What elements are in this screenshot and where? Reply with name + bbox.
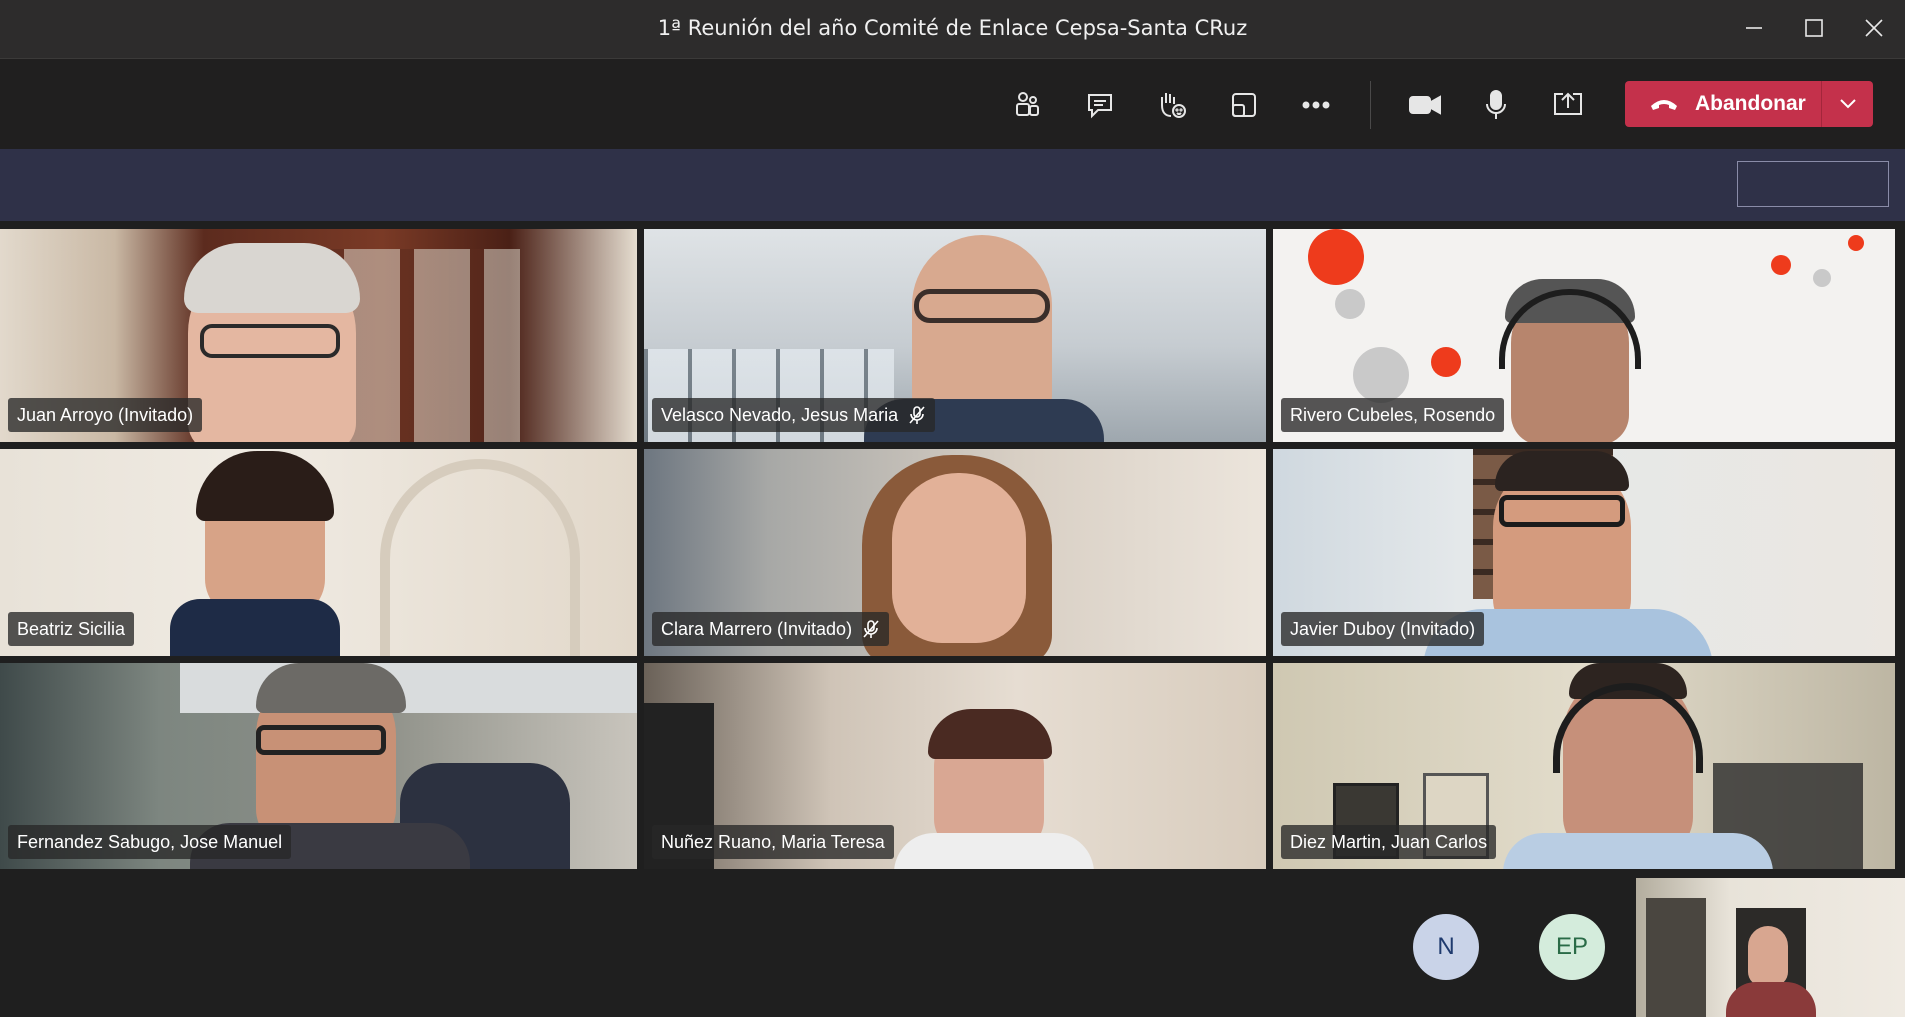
hang-up-icon bbox=[1651, 100, 1677, 110]
participant-name: Juan Arroyo (Invitado) bbox=[17, 404, 194, 425]
participant-name: Beatriz Sicilia bbox=[17, 618, 126, 639]
video-tile[interactable]: Beatriz Sicilia bbox=[0, 449, 637, 656]
breakout-rooms-icon[interactable] bbox=[1222, 83, 1266, 127]
background-dot bbox=[1353, 347, 1409, 403]
background-dot bbox=[1308, 229, 1364, 285]
avatar-initials: EP bbox=[1555, 933, 1588, 960]
participant-name-tag: Velasco Nevado, Jesus Maria bbox=[652, 398, 936, 432]
avatar-initials: N bbox=[1437, 933, 1455, 960]
background-dot bbox=[1335, 289, 1365, 319]
participant-name-tag: Clara Marrero (Invitado) bbox=[652, 612, 890, 646]
participant-hair bbox=[184, 243, 360, 313]
video-tile[interactable]: Nuñez Ruano, Maria Teresa bbox=[644, 663, 1266, 869]
chat-icon[interactable] bbox=[1078, 83, 1122, 127]
video-tile[interactable]: Juan Arroyo (Invitado) bbox=[0, 229, 637, 442]
mic-off-icon bbox=[908, 405, 926, 425]
background-dot bbox=[1771, 255, 1791, 275]
participant-hair bbox=[256, 663, 406, 713]
participant-name: Diez Martin, Juan Carlos bbox=[1290, 831, 1488, 852]
meeting-toolbar: Abandonar bbox=[0, 59, 1905, 149]
mic-off-icon bbox=[862, 619, 880, 639]
office-window bbox=[180, 663, 637, 713]
participant-name-tag: Fernandez Sabugo, Jose Manuel bbox=[8, 825, 292, 859]
doorway bbox=[1646, 898, 1706, 1017]
participant-avatar[interactable]: EP bbox=[1539, 914, 1605, 980]
raise-hand-icon[interactable] bbox=[1150, 83, 1194, 127]
participant-name-tag: Javier Duboy (Invitado) bbox=[1281, 612, 1485, 646]
scarf bbox=[170, 599, 340, 656]
camera-icon[interactable] bbox=[1403, 83, 1447, 127]
participant-name-tag: Nuñez Ruano, Maria Teresa bbox=[652, 825, 894, 859]
video-tile[interactable]: Javier Duboy (Invitado) bbox=[1273, 449, 1895, 656]
glasses bbox=[914, 289, 1050, 323]
participant-name: Clara Marrero (Invitado) bbox=[661, 618, 853, 639]
microphone-icon[interactable] bbox=[1474, 83, 1518, 127]
video-tile[interactable]: Velasco Nevado, Jesus Maria bbox=[644, 229, 1266, 442]
participant-name-tag: Juan Arroyo (Invitado) bbox=[8, 398, 203, 432]
participant-name: Rivero Cubeles, Rosendo bbox=[1290, 404, 1496, 425]
maximize-button[interactable] bbox=[1800, 14, 1828, 42]
arch bbox=[380, 459, 580, 656]
meeting-title: 1ª Reunión del año Comité de Enlace Ceps… bbox=[657, 16, 1248, 40]
participant-name-tag: Diez Martin, Juan Carlos bbox=[1281, 825, 1497, 859]
participant-face bbox=[892, 473, 1026, 643]
chevron-down-icon bbox=[1839, 99, 1856, 109]
meeting-banner bbox=[0, 149, 1905, 221]
video-tile[interactable]: Diez Martin, Juan Carlos bbox=[1273, 663, 1895, 869]
toolbar-divider bbox=[1370, 81, 1371, 129]
participant-hair bbox=[928, 709, 1052, 759]
glasses bbox=[256, 725, 386, 755]
close-button[interactable] bbox=[1860, 14, 1888, 42]
background-dot bbox=[1848, 235, 1864, 251]
leave-options-button[interactable] bbox=[1822, 81, 1873, 127]
participant-name-tag: Rivero Cubeles, Rosendo bbox=[1281, 398, 1505, 432]
people-icon[interactable] bbox=[1005, 83, 1049, 127]
participant-hair bbox=[1495, 451, 1629, 491]
participant-shirt bbox=[894, 833, 1094, 869]
participant-face bbox=[1748, 926, 1788, 986]
video-tile[interactable]: Fernandez Sabugo, Jose Manuel bbox=[0, 663, 637, 869]
participant-name: Javier Duboy (Invitado) bbox=[1290, 618, 1476, 639]
participant-avatar[interactable]: N bbox=[1413, 914, 1479, 980]
title-bar: 1ª Reunión del año Comité de Enlace Ceps… bbox=[0, 0, 1905, 59]
leave-button[interactable]: Abandonar bbox=[1625, 81, 1873, 127]
more-icon[interactable] bbox=[1294, 83, 1338, 127]
background-dot bbox=[1431, 347, 1461, 377]
minimize-button[interactable] bbox=[1740, 14, 1768, 42]
window-panes bbox=[330, 249, 520, 442]
glasses bbox=[1499, 495, 1625, 527]
banner-box bbox=[1737, 161, 1889, 207]
background-dot bbox=[1813, 269, 1831, 287]
leave-label: Abandonar bbox=[1695, 92, 1806, 115]
video-tile[interactable]: Clara Marrero (Invitado) bbox=[644, 449, 1266, 656]
participant-name: Velasco Nevado, Jesus Maria bbox=[661, 404, 899, 425]
participant-name: Fernandez Sabugo, Jose Manuel bbox=[17, 831, 283, 852]
glasses bbox=[200, 324, 340, 358]
participant-name-tag: Beatriz Sicilia bbox=[8, 612, 135, 646]
video-tile[interactable]: Rivero Cubeles, Rosendo bbox=[1273, 229, 1895, 442]
share-screen-icon[interactable] bbox=[1546, 83, 1590, 127]
leave-main[interactable]: Abandonar bbox=[1625, 81, 1821, 127]
participant-name: Nuñez Ruano, Maria Teresa bbox=[661, 831, 885, 852]
self-view[interactable] bbox=[1636, 878, 1905, 1017]
participant-shirt bbox=[1503, 833, 1773, 869]
participant-shirt bbox=[1726, 982, 1816, 1017]
